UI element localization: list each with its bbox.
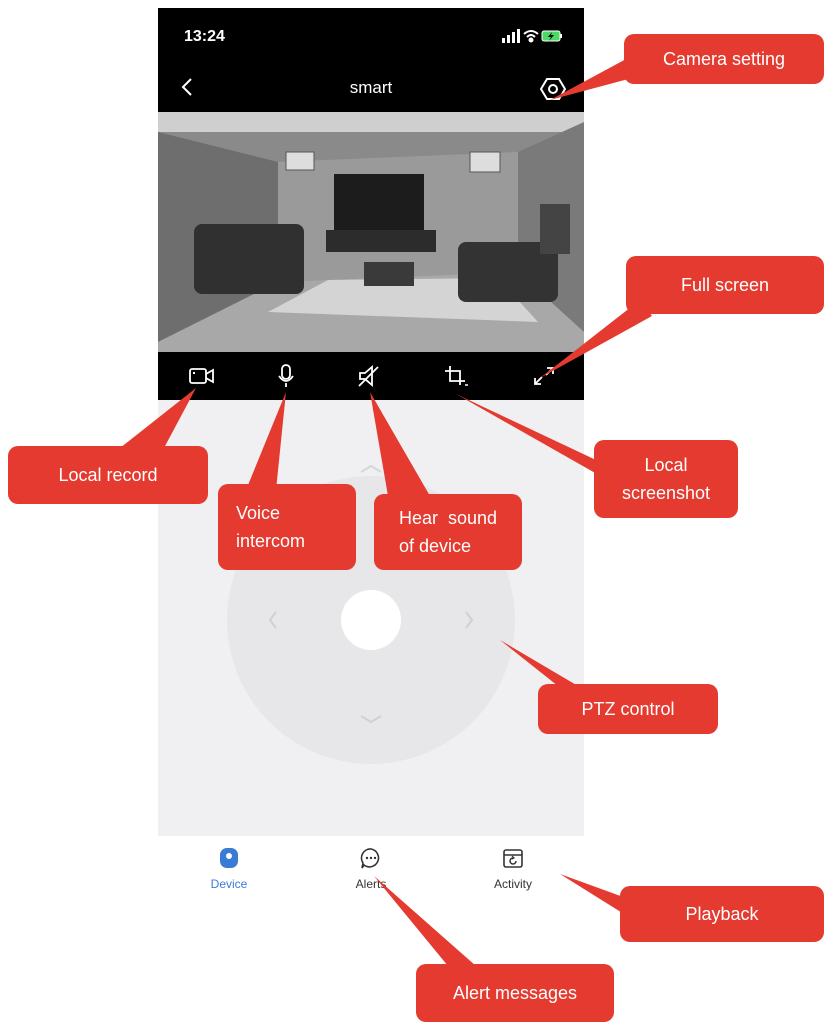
settings-hexagon-icon: [539, 78, 567, 100]
living-room-image: [158, 112, 584, 352]
callout-local-screenshot: Local screenshot: [594, 440, 738, 518]
status-bar: 13:24: [158, 8, 584, 66]
callout-local-record: Local record: [8, 446, 208, 504]
signal-icon: [502, 29, 520, 43]
calendar-playback-icon: [503, 849, 523, 868]
status-icons: [502, 28, 564, 49]
device-icon: [220, 848, 238, 868]
callout-ptz-control: PTZ control: [538, 684, 718, 734]
callout-hear-sound: Hear sound of device: [374, 494, 522, 570]
tab-device[interactable]: Device: [184, 846, 274, 891]
ptz-area: [158, 400, 584, 836]
tab-alerts-label: Alerts: [355, 877, 387, 891]
microphone-icon: [278, 364, 294, 387]
tab-activity-label: Activity: [493, 877, 532, 891]
bottom-tab-bar: Device Alerts Activity: [158, 836, 584, 920]
callout-voice-intercom: Voice intercom: [218, 484, 356, 570]
full-screen-button[interactable]: [530, 364, 558, 388]
callout-camera-setting: Camera setting: [624, 34, 824, 84]
ptz-control[interactable]: [158, 400, 584, 836]
camera-setting-button[interactable]: [539, 76, 567, 107]
page-title: smart: [349, 78, 393, 97]
tab-activity[interactable]: Activity: [468, 846, 558, 891]
ptz-up-chevron-icon: [360, 464, 382, 473]
callout-alert-messages: Alert messages: [416, 964, 614, 1022]
callout-playback: Playback: [620, 886, 824, 942]
voice-intercom-button[interactable]: [272, 364, 300, 388]
status-time: 13:24: [184, 28, 225, 45]
battery-icon: [541, 30, 562, 42]
crop-screenshot-icon: [445, 366, 468, 386]
camera-live-view[interactable]: [158, 112, 584, 352]
tab-device-label: Device: [210, 877, 248, 891]
ptz-center-knob: [341, 590, 401, 650]
video-record-icon: [189, 368, 214, 384]
phone-screen: 13:24 smart Device Alerts Activity: [158, 8, 584, 920]
fullscreen-icon: [534, 367, 554, 385]
callout-full-screen: Full screen: [626, 256, 824, 314]
nav-bar: smart: [158, 66, 584, 112]
wifi-icon: [523, 30, 539, 43]
hear-sound-button[interactable]: [356, 364, 384, 388]
chat-bubble-icon: [360, 848, 380, 869]
video-toolbar: [158, 352, 584, 400]
tab-alerts[interactable]: Alerts: [326, 846, 416, 891]
local-screenshot-button[interactable]: [442, 364, 470, 388]
local-record-button[interactable]: [188, 364, 216, 388]
mute-speaker-icon: [358, 365, 379, 387]
